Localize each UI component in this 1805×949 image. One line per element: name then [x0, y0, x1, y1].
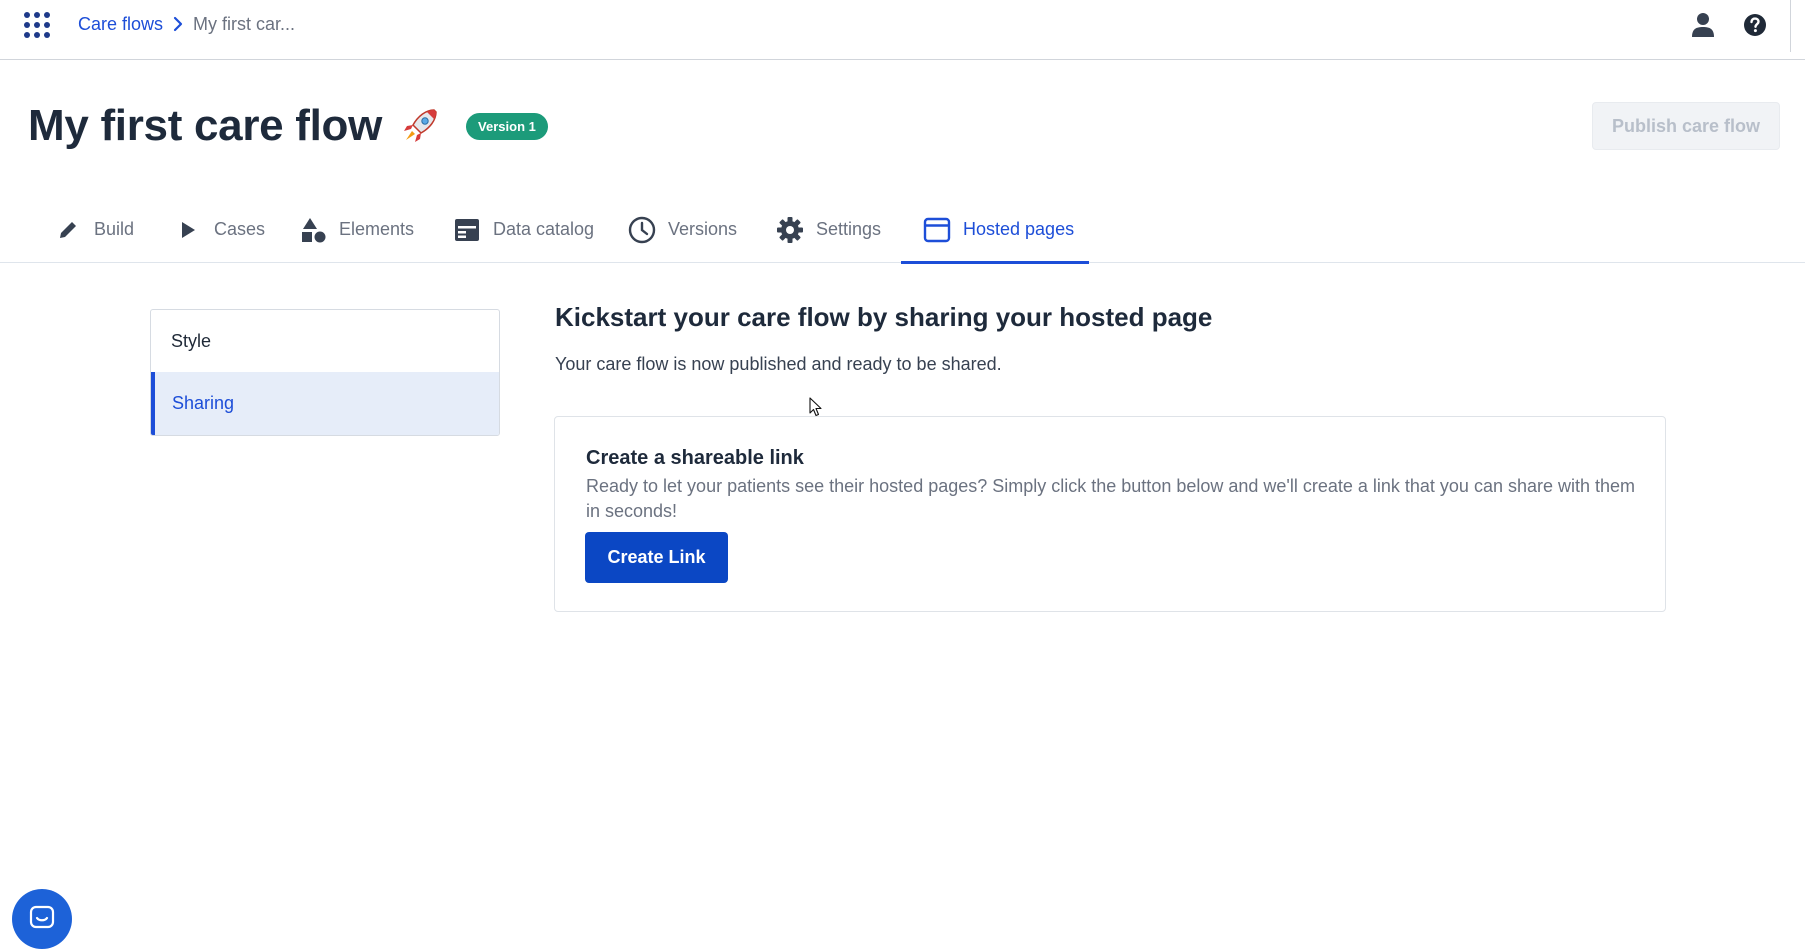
chat-icon [29, 905, 55, 929]
help-icon[interactable] [1741, 11, 1769, 39]
mouse-cursor-icon [809, 397, 822, 417]
tab-elements-label: Elements [339, 219, 415, 239]
top-bar-divider [1790, 0, 1791, 52]
tab-bar: Build Cases Elements Data catalog Versio… [0, 196, 1805, 263]
breadcrumb-care-flows-link[interactable]: Care flows [78, 14, 163, 35]
publish-care-flow-button[interactable]: Publish care flow [1592, 102, 1780, 150]
apps-grid-icon[interactable] [24, 12, 50, 38]
sharing-heading: Kickstart your care flow by sharing your… [555, 302, 1213, 332]
clock-icon [628, 216, 656, 244]
chat-launcher-button[interactable] [12, 889, 72, 949]
chevron-right-icon [173, 16, 183, 32]
title-row: My first care flow Version 1 [28, 96, 548, 156]
rocket-icon [398, 104, 442, 148]
page-title: My first care flow [28, 101, 383, 150]
version-badge: Version 1 [466, 112, 548, 140]
top-bar: Care flows My first car... [0, 0, 1805, 60]
tab-data-catalog-label: Data catalog [493, 219, 595, 239]
breadcrumb: Care flows My first car... [78, 13, 295, 35]
browser-window-icon [923, 216, 951, 244]
tab-settings-label: Settings [816, 219, 882, 239]
top-right-actions [1689, 10, 1769, 40]
side-menu-item-label: Sharing [172, 393, 235, 413]
hosted-pages-side-menu: Style Sharing [150, 309, 500, 436]
breadcrumb-current: My first car... [193, 13, 296, 34]
tab-build-label: Build [94, 219, 135, 239]
tab-versions[interactable]: Versions [624, 196, 741, 263]
side-menu-item-label: Style [171, 330, 212, 351]
tab-settings[interactable]: Settings [772, 196, 885, 263]
tab-versions-label: Versions [668, 219, 738, 239]
tab-data-catalog[interactable]: Data catalog [449, 196, 598, 263]
card-title: Create a shareable link [586, 447, 804, 469]
tab-hosted-pages-label: Hosted pages [963, 219, 1075, 239]
shapes-icon [299, 216, 327, 244]
tab-hosted-pages[interactable]: Hosted pages [919, 196, 1078, 263]
shareable-link-card: Create a shareable link Ready to let you… [554, 416, 1666, 612]
play-icon [174, 216, 202, 244]
tab-elements[interactable]: Elements [295, 196, 418, 263]
side-menu-item-sharing[interactable]: Sharing [151, 372, 499, 435]
sharing-subheading: Your care flow is now published and read… [555, 354, 1002, 374]
user-icon[interactable] [1689, 11, 1717, 39]
catalog-icon [453, 216, 481, 244]
card-description: Ready to let your patients see their hos… [586, 476, 1636, 521]
gear-icon [776, 216, 804, 244]
side-menu-item-style[interactable]: Style [151, 310, 499, 372]
pencil-icon [54, 216, 82, 244]
active-tab-indicator [901, 261, 1089, 264]
tab-build[interactable]: Build [50, 196, 138, 263]
create-link-button[interactable]: Create Link [585, 532, 728, 583]
tab-cases[interactable]: Cases [170, 196, 269, 263]
tab-cases-label: Cases [214, 219, 266, 239]
